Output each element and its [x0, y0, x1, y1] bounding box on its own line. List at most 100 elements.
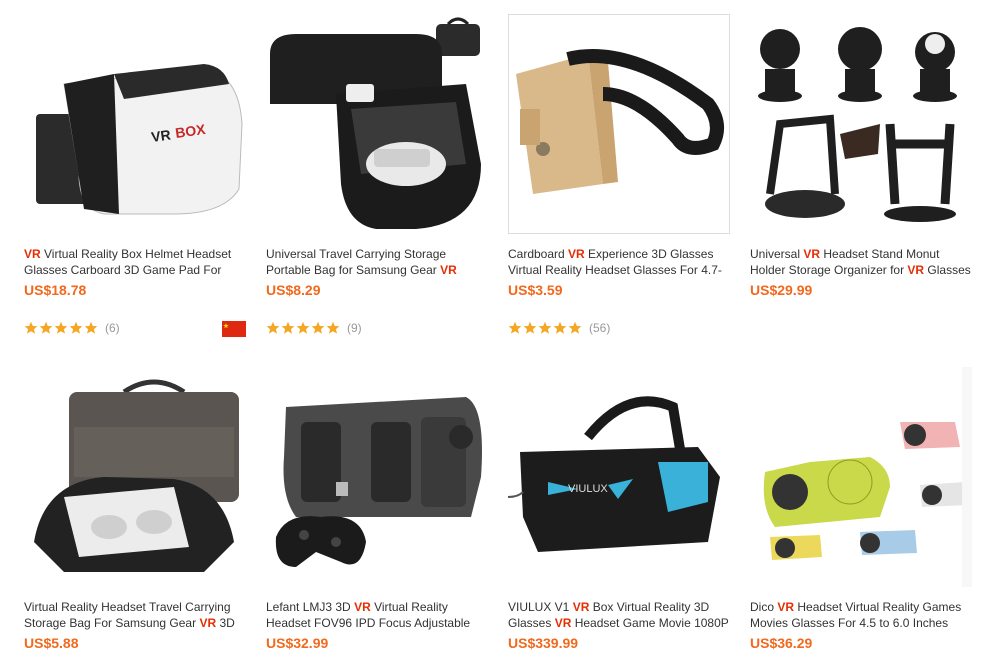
- title-line: Holder Storage Organizer for VR Glasses: [750, 262, 972, 278]
- title-text: VIULUX V1: [508, 600, 573, 614]
- product-price: US$29.99: [750, 282, 813, 298]
- star-icon: [568, 321, 582, 334]
- star-icon: [24, 321, 38, 334]
- product-title[interactable]: Universal Travel Carrying Storage Portabl…: [266, 246, 488, 278]
- product-title[interactable]: Cardboard VR Experience 3D Glasses Virtua…: [508, 246, 730, 278]
- rating: (6): [24, 320, 120, 336]
- product-price: US$5.88: [24, 635, 79, 651]
- keyword-highlight: VR: [440, 263, 457, 277]
- title-line: Movies Glasses For 4.5 to 6.0 Inches: [750, 615, 972, 631]
- rating: (56): [508, 320, 610, 336]
- keyword-highlight: VR: [24, 247, 41, 261]
- viulux-logo: VIULUX: [568, 483, 608, 495]
- star-icon: [39, 321, 53, 334]
- title-line: Glasses Carboard 3D Game Pad For: [24, 262, 246, 278]
- star-icon: [69, 321, 83, 334]
- star-rating: [508, 321, 583, 335]
- product-title[interactable]: VIULUX V1 VR Box Virtual Reality 3D Glass…: [508, 599, 730, 631]
- keyword-highlight: VR: [354, 600, 371, 614]
- star-rating: [24, 321, 99, 335]
- title-text: Dico: [750, 600, 778, 614]
- star-icon: [326, 321, 340, 334]
- china-flag-icon: [222, 321, 246, 337]
- title-line: Headset FOV96 IPD Focus Adjustable: [266, 615, 488, 631]
- title-line: Virtual Reality Headset Travel Carrying: [24, 599, 246, 615]
- dico-headset-image[interactable]: [750, 367, 972, 587]
- product-title[interactable]: Dico VR Headset Virtual Reality Games Mov…: [750, 599, 972, 631]
- title-line: VR Virtual Reality Box Helmet Headset: [24, 246, 246, 262]
- product-price: US$3.59: [508, 282, 563, 298]
- svg-text:VR: VR: [150, 126, 171, 145]
- review-count[interactable]: (6): [105, 321, 120, 335]
- title-line: VIULUX V1 VR Box Virtual Reality 3D: [508, 599, 730, 615]
- star-icon: [266, 321, 280, 334]
- title-text: Movies Glasses For 4.5 to 6.0 Inches: [750, 616, 949, 630]
- title-line: Lefant LMJ3 3D VR Virtual Reality: [266, 599, 488, 615]
- keyword-highlight: VR: [907, 263, 925, 277]
- title-text: Storage Bag For Samsung Gear: [24, 616, 200, 630]
- product-title[interactable]: Lefant LMJ3 3D VR Virtual Reality Headset…: [266, 599, 488, 631]
- keyword-highlight: VR: [554, 616, 572, 630]
- product-price: US$8.29: [266, 282, 321, 298]
- viulux-headset-image[interactable]: VIULUX: [508, 367, 730, 587]
- product-price: US$18.78: [24, 282, 87, 298]
- keyword-highlight: VR: [803, 247, 821, 261]
- product-title[interactable]: Universal VR Headset Stand Monut Holder S…: [750, 246, 972, 278]
- headset-stand-image[interactable]: [750, 14, 972, 234]
- star-icon: [538, 321, 552, 334]
- star-rating: [266, 321, 341, 335]
- star-icon: [553, 321, 567, 334]
- star-icon: [54, 321, 68, 334]
- title-text: Portable Bag for Samsung Gear: [266, 263, 441, 277]
- product-title[interactable]: Virtual Reality Headset Travel Carrying S…: [24, 599, 246, 631]
- title-text: Headset Stand Monut: [820, 247, 940, 261]
- title-line: Cardboard VR Experience 3D Glasses: [508, 246, 730, 262]
- travel-bag-image[interactable]: [24, 367, 246, 587]
- title-text: Headset Game Movie 1080P: [571, 616, 729, 630]
- title-text: Virtual Reality: [370, 600, 448, 614]
- star-icon: [296, 321, 310, 334]
- title-text: Virtual Reality Headset Glasses For 4.7-: [508, 263, 722, 277]
- title-text: Headset Virtual Reality Games: [794, 600, 962, 614]
- title-text: Experience 3D Glasses: [584, 247, 714, 261]
- review-count[interactable]: (9): [347, 321, 362, 335]
- rating: (9): [266, 320, 362, 336]
- title-line: Universal VR Headset Stand Monut: [750, 246, 972, 262]
- title-text: Glasses Carboard 3D Game Pad For: [24, 263, 222, 277]
- keyword-highlight: VR: [568, 247, 585, 261]
- keyword-highlight: VR: [199, 616, 217, 630]
- title-text: Box Virtual Reality 3D: [589, 600, 710, 614]
- title-text: Holder Storage Organizer for: [750, 263, 908, 277]
- star-icon: [84, 321, 98, 334]
- cardboard-headset-image[interactable]: [508, 14, 730, 234]
- title-line: Glasses VR Headset Game Movie 1080P: [508, 615, 730, 631]
- lefant-headset-image[interactable]: [266, 367, 488, 587]
- title-text: Universal Travel Carrying Storage: [266, 247, 447, 261]
- review-count[interactable]: (56): [589, 321, 610, 335]
- title-line: Portable Bag for Samsung Gear VR: [266, 262, 488, 278]
- vr-box-headset-image[interactable]: VR BOX: [24, 14, 246, 234]
- title-line: Dico VR Headset Virtual Reality Games: [750, 599, 972, 615]
- product-price: US$339.99: [508, 635, 579, 651]
- title-text: Virtual Reality Headset Travel Carrying: [24, 600, 231, 614]
- title-line: Storage Bag For Samsung Gear VR 3D: [24, 615, 246, 631]
- title-line: Virtual Reality Headset Glasses For 4.7-: [508, 262, 730, 278]
- product-price: US$36.29: [750, 635, 813, 651]
- star-icon: [311, 321, 325, 334]
- title-text: 3D: [216, 616, 235, 630]
- title-text: Glasses: [508, 616, 555, 630]
- title-line: Universal Travel Carrying Storage: [266, 246, 488, 262]
- product-price: US$32.99: [266, 635, 329, 651]
- product-title[interactable]: VR Virtual Reality Box Helmet Headset Gla…: [24, 246, 246, 278]
- keyword-highlight: VR: [777, 600, 795, 614]
- title-text: Cardboard: [508, 247, 569, 261]
- title-text: Universal: [750, 247, 804, 261]
- carry-case-image[interactable]: [266, 14, 488, 234]
- star-icon: [508, 321, 522, 334]
- title-text: Headset FOV96 IPD Focus Adjustable: [266, 616, 471, 630]
- title-text: Lefant LMJ3 3D: [266, 600, 355, 614]
- title-text: Glasses: [924, 263, 971, 277]
- title-text: Virtual Reality Box Helmet Headset: [40, 247, 232, 261]
- star-icon: [523, 321, 537, 334]
- keyword-highlight: VR: [572, 600, 590, 614]
